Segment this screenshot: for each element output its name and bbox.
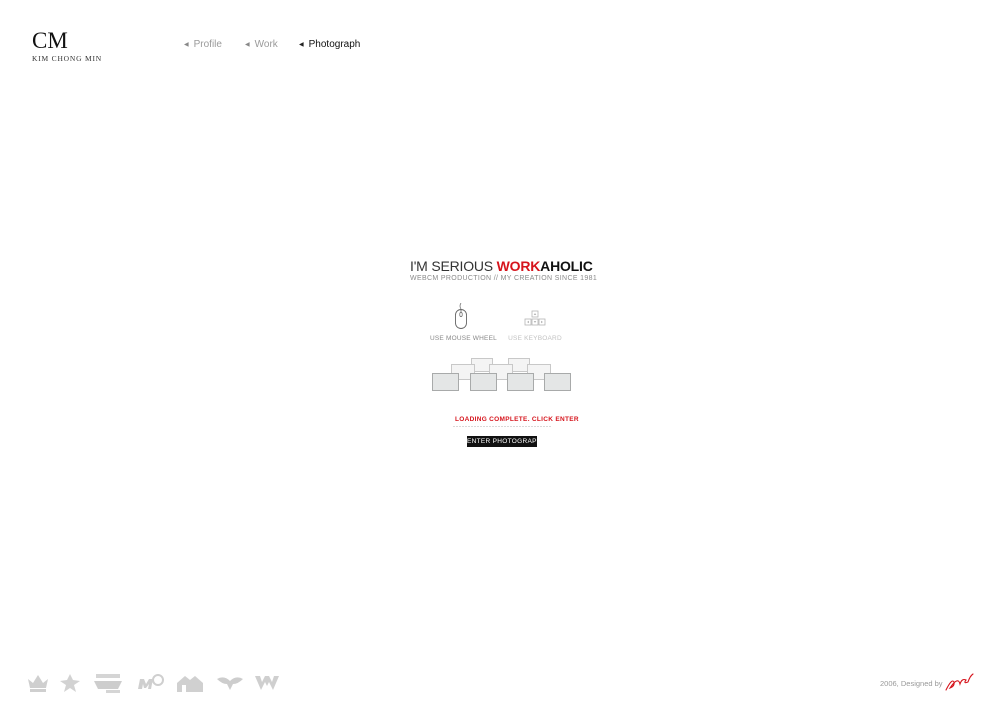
gallery-tile bbox=[470, 373, 497, 391]
logo-name: KIM CHONG MIN bbox=[32, 54, 102, 63]
keyboard-hint: USE KEYBOARD bbox=[508, 303, 562, 342]
leaf-award-icon[interactable] bbox=[59, 673, 81, 693]
nav-item-work[interactable]: ◀ Work bbox=[245, 39, 278, 50]
house-award-icon[interactable] bbox=[176, 673, 204, 693]
nav-label-work: Work bbox=[254, 39, 278, 50]
nominate-award-icon[interactable] bbox=[92, 673, 124, 695]
controls-hint: USE MOUSE WHEEL USE KEYBOARD bbox=[430, 303, 570, 349]
loading-progress-bar bbox=[453, 426, 551, 427]
gallery-tile bbox=[507, 373, 534, 391]
crown-award-icon[interactable] bbox=[26, 673, 50, 693]
headline-start: I'M SERIOUS bbox=[410, 258, 497, 274]
nav-label-profile: Profile bbox=[193, 39, 222, 50]
mouse-hint-label: USE MOUSE WHEEL bbox=[430, 335, 497, 342]
site-logo[interactable]: CM KIM CHONG MIN bbox=[32, 28, 102, 63]
footer-credit: 2006, Designed by bbox=[880, 679, 943, 688]
keyboard-hint-label: USE KEYBOARD bbox=[508, 335, 562, 342]
tagline: WEBCM PRODUCTION // MY CREATION SINCE 19… bbox=[410, 275, 598, 282]
wings-award-icon[interactable] bbox=[216, 673, 244, 693]
enter-photograph-button[interactable]: ENTER PHOTOGRAPH bbox=[467, 436, 541, 447]
signature-icon bbox=[945, 673, 974, 691]
left-arrow-icon: ◀ bbox=[299, 42, 304, 48]
w-award-icon[interactable] bbox=[254, 673, 280, 693]
headline-red: WORK bbox=[496, 258, 541, 274]
nav-label-photograph: Photograph bbox=[308, 39, 361, 50]
loading-status: LOADING COMPLETE. CLICK ENTER bbox=[455, 416, 579, 423]
intro-block: I'M SERIOUS WORKAHOLIC WEBCM PRODUCTION … bbox=[410, 258, 600, 283]
logo-mark: CM bbox=[32, 28, 68, 53]
gallery-tile bbox=[432, 373, 459, 391]
mp-award-icon[interactable] bbox=[136, 673, 164, 693]
gallery-tile bbox=[544, 373, 571, 391]
headline-bold: AHOLIC bbox=[540, 258, 593, 274]
headline: I'M SERIOUS WORKAHOLIC bbox=[410, 258, 600, 274]
keyboard-arrows-icon bbox=[524, 310, 546, 326]
mouse-hint: USE MOUSE WHEEL bbox=[430, 303, 497, 342]
left-arrow-icon: ◀ bbox=[184, 42, 189, 48]
mouse-icon bbox=[455, 303, 467, 329]
nav-item-photograph[interactable]: ◀ Photograph bbox=[299, 39, 360, 50]
left-arrow-icon: ◀ bbox=[245, 42, 250, 48]
gallery-preview bbox=[430, 356, 574, 394]
nav-item-profile[interactable]: ◀ Profile bbox=[184, 39, 222, 50]
